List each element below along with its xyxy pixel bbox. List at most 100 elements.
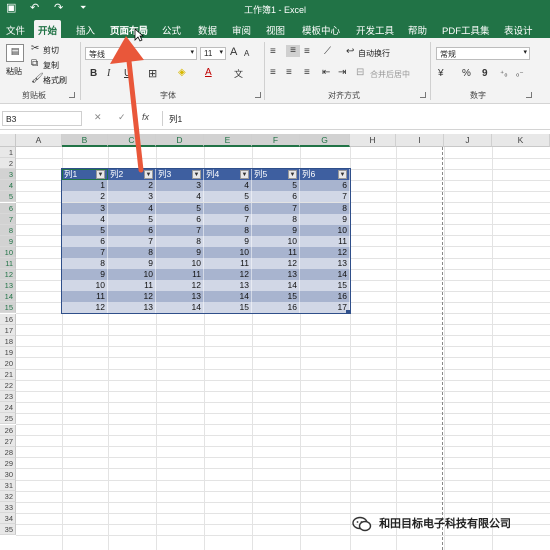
column-header[interactable]: F [252,134,300,147]
align-bottom-icon[interactable]: ≡ [304,46,310,58]
row-header[interactable]: 19 [0,346,16,358]
column-header[interactable]: D [156,134,204,147]
row-header[interactable]: 31 [0,480,16,492]
row-header[interactable]: 28 [0,446,16,458]
align-middle-icon[interactable]: ≡ [286,45,300,57]
row-header[interactable]: 6 [0,202,16,214]
tab-file[interactable]: 文件 [2,20,29,38]
comma-style-icon[interactable]: 9 [482,68,488,80]
tab-view[interactable]: 视图 [262,20,289,38]
cut-button[interactable]: 剪切 [43,45,59,56]
row-header[interactable]: 11 [0,258,16,270]
tab-data[interactable]: 数据 [194,20,221,38]
worksheet-grid[interactable]: A B C D E F G H I J K 1 2 3 4 5 6 7 8 9 10 11 12 13 14 15 16 17 18 19… [0,134,550,550]
tab-page-layout[interactable]: 页面布局 [106,20,152,38]
underline-button[interactable]: U [124,68,131,80]
row-header[interactable]: 7 [0,213,16,225]
row-header[interactable]: 9 [0,235,16,247]
column-header[interactable]: C [108,134,156,147]
row-header[interactable]: 25 [0,413,16,425]
number-launcher-icon[interactable] [526,92,532,98]
bold-button[interactable]: B [90,68,97,80]
font-name-select[interactable]: 等线 ▾ [85,47,197,60]
row-header[interactable]: 35 [0,524,16,536]
column-header[interactable]: A [16,134,62,147]
paste-icon[interactable]: ▤ [6,44,24,62]
row-header[interactable]: 17 [0,324,16,336]
align-left-icon[interactable]: ≡ [270,67,276,79]
column-header[interactable]: B [62,134,108,147]
row-header[interactable]: 16 [0,313,16,325]
table-resize-handle[interactable] [346,309,350,314]
increase-indent-icon[interactable]: ⇥ [338,67,346,79]
format-painter-button[interactable]: 格式刷 [43,75,67,86]
shrink-font-icon[interactable]: A [244,48,249,60]
tab-home[interactable]: 开始 [34,20,62,38]
row-header[interactable]: 20 [0,357,16,369]
tab-help[interactable]: 帮助 [404,20,431,38]
row-header[interactable]: 27 [0,435,16,447]
currency-icon[interactable]: ¥ [438,68,444,80]
fill-color-icon[interactable]: ◈ [178,67,186,79]
column-header[interactable]: I [396,134,444,147]
column-header[interactable]: E [204,134,252,147]
row-header[interactable]: 32 [0,491,16,503]
formula-input[interactable]: 列1 [162,111,548,126]
grow-font-icon[interactable]: A [230,46,237,58]
row-header[interactable]: 4 [0,180,16,192]
row-header[interactable]: 34 [0,513,16,525]
italic-button[interactable]: I [107,68,110,80]
row-header[interactable]: 30 [0,468,16,480]
align-right-icon[interactable]: ≡ [304,67,310,79]
row-header[interactable]: 33 [0,502,16,514]
row-header[interactable]: 21 [0,369,16,381]
increase-decimal-icon[interactable]: ⁺₀ [500,68,508,80]
percent-icon[interactable]: % [462,68,471,80]
borders-icon[interactable]: ⊞ [148,68,157,80]
merge-center-button[interactable]: 合并后居中 [370,69,410,80]
clipboard-launcher-icon[interactable] [69,92,75,98]
row-header[interactable]: 24 [0,402,16,414]
insert-function-icon[interactable]: fx [142,112,149,122]
row-header[interactable]: 26 [0,424,16,436]
row-header[interactable]: 23 [0,391,16,403]
number-format-select[interactable]: 常规 ▾ [436,47,530,60]
cancel-icon[interactable]: ✕ [94,112,102,123]
wrap-text-button[interactable]: 自动换行 [358,48,390,59]
row-header[interactable]: 29 [0,457,16,469]
column-header[interactable]: G [300,134,350,147]
tab-insert[interactable]: 插入 [72,20,99,38]
tab-review[interactable]: 审阅 [228,20,255,38]
decrease-indent-icon[interactable]: ⇤ [322,67,330,79]
row-header[interactable]: 10 [0,246,16,258]
tab-table-design[interactable]: 表设计 [500,20,537,38]
alignment-launcher-icon[interactable] [420,92,426,98]
column-header[interactable]: J [444,134,492,147]
tab-formulas[interactable]: 公式 [158,20,185,38]
enter-icon[interactable]: ✓ [118,112,126,123]
row-header[interactable]: 2 [0,158,16,170]
row-header[interactable]: 3 [0,169,16,181]
decrease-decimal-icon[interactable]: ₀⁻ [516,68,524,80]
align-center-icon[interactable]: ≡ [286,67,292,79]
font-launcher-icon[interactable] [255,92,261,98]
column-header[interactable]: K [492,134,550,147]
font-color-icon[interactable]: A [205,67,212,79]
row-header[interactable]: 22 [0,380,16,392]
row-header[interactable]: 13 [0,280,16,292]
row-header[interactable]: 8 [0,224,16,236]
copy-button[interactable]: 复制 [43,60,59,71]
tab-pdf-tools[interactable]: PDF工具集 [438,20,494,38]
row-header[interactable]: 15 [0,302,16,314]
font-size-select[interactable]: 11 ▾ [200,47,226,60]
column-header[interactable]: H [350,134,396,147]
select-all-corner[interactable] [0,134,16,147]
align-top-icon[interactable]: ≡ [270,46,276,58]
tab-developer[interactable]: 开发工具 [352,20,398,38]
paste-button[interactable]: 粘贴 [6,66,22,77]
row-header[interactable]: 14 [0,291,16,303]
tab-template-center[interactable]: 模板中心 [298,20,344,38]
name-box[interactable]: B3 [2,111,82,126]
orientation-icon[interactable]: ⟋ [324,46,331,58]
row-header[interactable]: 1 [0,147,16,159]
